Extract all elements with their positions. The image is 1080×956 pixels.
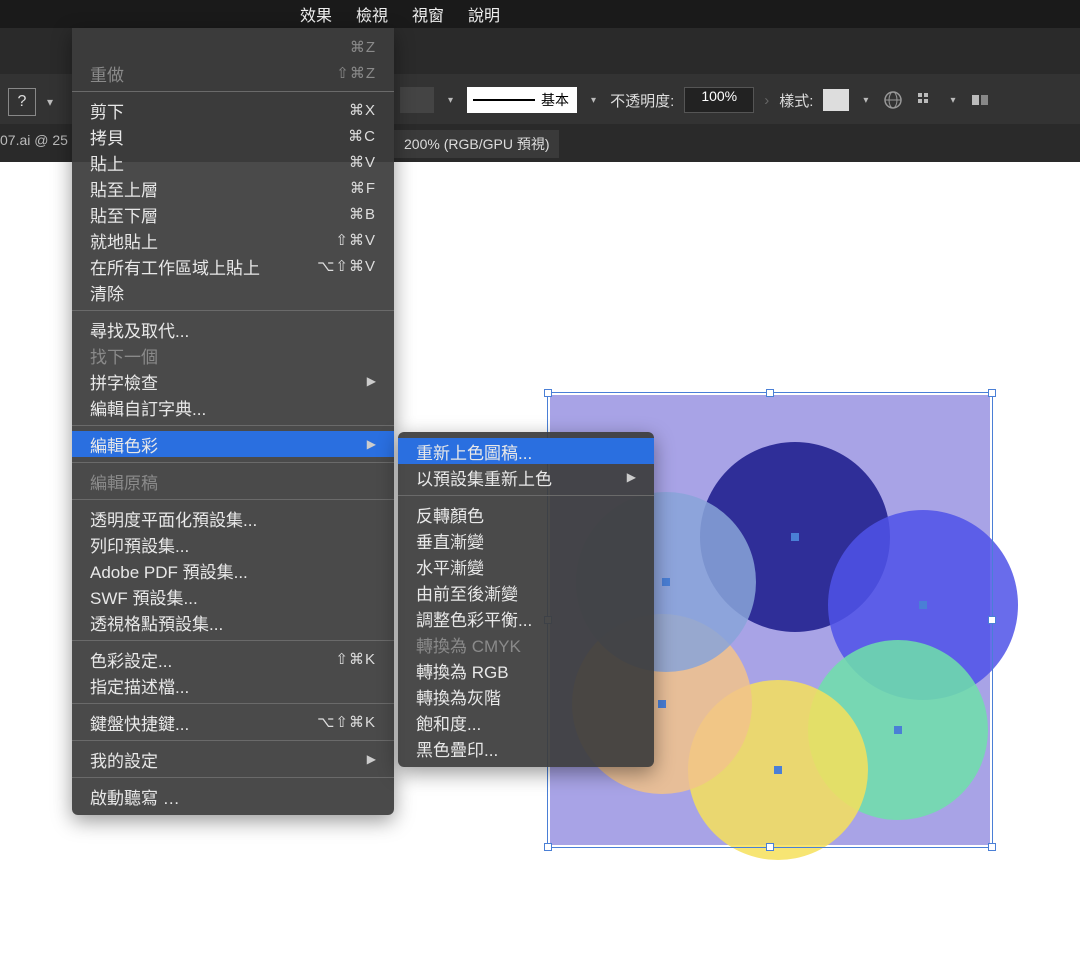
menu-item-my-settings[interactable]: 我的設定▶ (72, 746, 394, 772)
document-tab-right[interactable]: 200% (RGB/GPU 預視) (394, 130, 559, 158)
menu-item-dictation[interactable]: 啟動聽寫 … (72, 783, 394, 809)
menu-item-paste[interactable]: 貼上⌘V (72, 149, 394, 175)
document-tab-left[interactable]: 07.ai @ 25 (0, 132, 68, 148)
submenu-color-balance[interactable]: 調整色彩平衡... (398, 605, 654, 631)
chevron-down-icon[interactable]: ▾ (444, 95, 457, 106)
style-swatch[interactable] (823, 89, 849, 111)
center-point (658, 700, 666, 708)
menu-item-paste-back[interactable]: 貼至下層⌘B (72, 201, 394, 227)
menu-item-print-presets[interactable]: 列印預設集... (72, 531, 394, 557)
control-bar: ▾ 基本 ▾ 不透明度: 100% › 樣式: ▾ ▾ (400, 80, 1080, 120)
opacity-input[interactable]: 100% (684, 87, 754, 113)
center-point (919, 601, 927, 609)
menu-item-cut[interactable]: 剪下⌘X (72, 97, 394, 123)
submenu-invert[interactable]: 反轉顏色 (398, 501, 654, 527)
submenu-to-cmyk: 轉換為 CMYK (398, 631, 654, 657)
submenu-blend-vertical[interactable]: 垂直漸變 (398, 527, 654, 553)
opacity-label: 不透明度: (610, 90, 674, 111)
submenu-saturate[interactable]: 飽和度... (398, 709, 654, 735)
edit-colors-submenu: 重新上色圖稿... 以預設集重新上色▶ 反轉顏色 垂直漸變 水平漸變 由前至後漸… (398, 432, 654, 767)
menu-item-edit-colors[interactable]: 編輯色彩▶ (72, 431, 394, 457)
separator: › (764, 92, 769, 109)
menu-item-paste-all[interactable]: 在所有工作區域上貼上⌥⇧⌘V (72, 253, 394, 279)
center-point (774, 766, 782, 774)
menu-item-perspective-presets[interactable]: 透視格點預設集... (72, 609, 394, 635)
submenu-to-rgb[interactable]: 轉換為 RGB (398, 657, 654, 683)
menu-item-undo[interactable]: ⌘Z (72, 34, 394, 60)
submenu-recolor-artwork[interactable]: 重新上色圖稿... (398, 438, 654, 464)
style-label: 樣式: (779, 90, 813, 111)
menu-item-pdf-presets[interactable]: Adobe PDF 預設集... (72, 557, 394, 583)
menubar-item[interactable]: 效果 (300, 2, 332, 26)
submenu-blend-front-back[interactable]: 由前至後漸變 (398, 579, 654, 605)
arrange-icon[interactable] (969, 89, 991, 111)
stroke-label: 基本 (541, 90, 569, 110)
menu-item-spellcheck[interactable]: 拼字檢查▶ (72, 368, 394, 394)
menu-item-find-next: 找下一個 (72, 342, 394, 368)
menu-item-transparency-presets[interactable]: 透明度平面化預設集... (72, 505, 394, 531)
menu-item-color-settings[interactable]: 色彩設定...⇧⌘K (72, 646, 394, 672)
center-point (662, 578, 670, 586)
submenu-recolor-preset[interactable]: 以預設集重新上色▶ (398, 464, 654, 490)
menu-item-edit-original: 編輯原稿 (72, 468, 394, 494)
menubar-item[interactable]: 視窗 (412, 2, 444, 26)
center-point (894, 726, 902, 734)
menu-item-clear[interactable]: 清除 (72, 279, 394, 305)
chevron-down-icon[interactable]: ▾ (859, 95, 872, 106)
menu-item-paste-front[interactable]: 貼至上層⌘F (72, 175, 394, 201)
menu-item-paste-place[interactable]: 就地貼上⇧⌘V (72, 227, 394, 253)
menu-item-keyboard-shortcuts[interactable]: 鍵盤快捷鍵...⌥⇧⌘K (72, 709, 394, 735)
submenu-blend-horizontal[interactable]: 水平漸變 (398, 553, 654, 579)
stroke-line-icon (473, 99, 535, 101)
fill-swatch[interactable] (400, 87, 434, 113)
submenu-overprint-black[interactable]: 黑色疊印... (398, 735, 654, 761)
chevron-down-icon[interactable]: ▾ (946, 95, 959, 106)
app-menubar: 效果 檢視 視窗 說明 (0, 0, 1080, 28)
menubar-item[interactable]: 檢視 (356, 2, 388, 26)
menubar-item[interactable]: 說明 (468, 2, 500, 26)
menu-item-find-replace[interactable]: 尋找及取代... (72, 316, 394, 342)
menu-item-swf-presets[interactable]: SWF 預設集... (72, 583, 394, 609)
menu-item-redo: 重做⇧⌘Z (72, 60, 394, 86)
help-dropdown-caret[interactable]: ▾ (38, 88, 62, 116)
edit-menu: ⌘Z 重做⇧⌘Z 剪下⌘X 拷貝⌘C 貼上⌘V 貼至上層⌘F 貼至下層⌘B 就地… (72, 28, 394, 815)
help-icon[interactable]: ? (8, 88, 36, 116)
menu-item-assign-profile[interactable]: 指定描述檔... (72, 672, 394, 698)
align-icon[interactable] (914, 89, 936, 111)
stroke-preset[interactable]: 基本 (467, 87, 577, 113)
menu-item-copy[interactable]: 拷貝⌘C (72, 123, 394, 149)
submenu-to-grayscale[interactable]: 轉換為灰階 (398, 683, 654, 709)
menu-item-custom-dictionary[interactable]: 編輯自訂字典... (72, 394, 394, 420)
globe-icon[interactable] (882, 89, 904, 111)
center-point (791, 533, 799, 541)
chevron-down-icon[interactable]: ▾ (587, 95, 600, 106)
